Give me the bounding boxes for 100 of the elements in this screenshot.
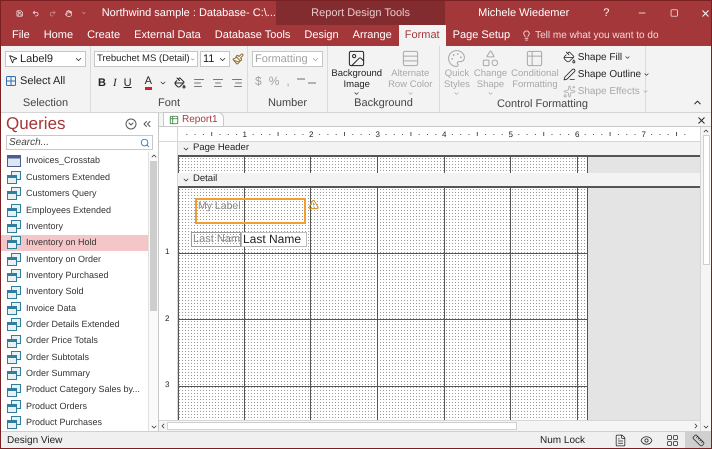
font-style-button[interactable]: U	[124, 75, 132, 92]
document-tab[interactable]: Report1	[163, 112, 224, 126]
ribbon-tab[interactable]: Design	[297, 25, 346, 46]
query-item[interactable]: Inventory	[1, 218, 148, 235]
group-label: Font	[156, 98, 181, 111]
align-left-icon[interactable]	[192, 77, 205, 90]
group-label: Control Formatting	[496, 99, 590, 112]
font-color-button[interactable]: A	[144, 76, 152, 90]
font-style-button[interactable]: I	[112, 75, 117, 92]
ribbon-tab[interactable]: Database Tools	[208, 25, 298, 46]
dropdown-icon	[453, 90, 460, 97]
pane-menu-icon[interactable]	[125, 118, 137, 130]
query-item[interactable]: Customers Extended	[1, 169, 148, 186]
maximize-icon[interactable]	[670, 8, 678, 18]
search-icon	[140, 138, 150, 148]
query-icon	[7, 318, 21, 332]
ruler-number: 3	[376, 129, 380, 141]
shape-icon	[481, 49, 500, 68]
query-icon	[7, 334, 21, 348]
scroll-down-icon[interactable]	[150, 423, 158, 431]
collapse-pane-icon[interactable]	[141, 118, 153, 130]
report-label[interactable]: Last Nam	[191, 232, 241, 247]
ribbon-tab[interactable]: Home	[36, 25, 80, 46]
select-all-button[interactable]: Select All	[5, 73, 86, 90]
scroll-up-icon[interactable]	[150, 152, 158, 160]
ruler-number: 2	[165, 312, 170, 324]
query-icon	[7, 204, 21, 217]
ruler-number: 6	[575, 129, 580, 141]
ruler-number: 4	[442, 129, 446, 141]
font-style-button[interactable]: B	[98, 75, 106, 92]
ribbon-small-button[interactable]: Shape Fill	[562, 50, 650, 65]
search-field[interactable]: Search...	[6, 135, 153, 150]
help-button[interactable]: ?	[603, 4, 610, 22]
query-item[interactable]: Inventory Sold	[1, 284, 148, 300]
report-icon	[169, 114, 179, 124]
text-box[interactable]: Last Name	[241, 232, 307, 247]
section-bar[interactable]: Detail	[178, 173, 700, 188]
font-name-combo[interactable]: Trebuchet MS (Detail)	[94, 51, 198, 67]
scroll-up-icon[interactable]	[702, 127, 710, 135]
query-item[interactable]: Inventory on Order	[1, 251, 148, 268]
scroll-right-icon[interactable]	[692, 422, 700, 430]
query-item[interactable]: Inventory Purchased	[1, 268, 148, 284]
query-item[interactable]: Order Subtotals	[1, 349, 148, 366]
view-button[interactable]	[685, 432, 711, 448]
query-item[interactable]: Product Purchases	[1, 414, 148, 432]
query-icon	[7, 269, 21, 282]
align-center-icon[interactable]	[212, 77, 224, 90]
query-item[interactable]: Product Orders	[1, 398, 148, 415]
query-item[interactable]: Order Price Totals	[1, 332, 148, 350]
ribbon-large-button[interactable]: Background Image	[331, 49, 382, 97]
ribbon-tab[interactable]: Format	[398, 25, 446, 46]
lightbulb-icon	[521, 30, 532, 41]
ruler-number: 7	[642, 129, 646, 141]
view-mode: Design View	[6, 434, 64, 448]
rows-icon	[400, 49, 420, 68]
query-item[interactable]: Inventory on Hold	[1, 234, 148, 252]
dropdown-icon	[643, 71, 650, 78]
preview-view-icon	[640, 434, 652, 446]
query-item[interactable]: Employees Extended	[1, 202, 148, 218]
ribbon-tab[interactable]: Page Setup	[446, 25, 518, 46]
num-lock-indicator: Num Lock	[540, 434, 585, 448]
fill-color-icon[interactable]	[174, 77, 186, 90]
align-right-icon[interactable]	[230, 77, 243, 90]
ribbon-tab[interactable]: External Data	[127, 25, 208, 46]
ribbon-small-button[interactable]: Shape Outline	[562, 67, 650, 82]
close-document-icon[interactable]	[696, 115, 707, 126]
conditional-icon	[525, 49, 544, 68]
effects-icon	[562, 85, 576, 98]
scroll-down-icon[interactable]	[702, 423, 710, 431]
ribbon-tab[interactable]: Create	[80, 25, 128, 46]
tell-me-field[interactable]: Tell me what you want to do	[521, 25, 659, 46]
query-icon	[7, 384, 21, 397]
query-item[interactable]: Invoice Data	[1, 300, 148, 317]
query-item[interactable]: Order Details Extended	[1, 316, 148, 333]
fill-icon	[562, 51, 576, 64]
report-label[interactable]: My Label	[195, 198, 306, 224]
format-painter-icon[interactable]	[232, 53, 244, 65]
dropdown-icon	[624, 54, 632, 61]
query-item[interactable]: Product Category Sales by...	[1, 382, 148, 398]
ribbon-tab[interactable]: File	[5, 25, 37, 46]
ribbon-tab[interactable]: Arrange	[346, 25, 399, 46]
user-name[interactable]: Michele Wiedemer	[478, 4, 570, 22]
section-bar[interactable]: Page Header	[178, 142, 700, 157]
query-item[interactable]: Order Summary	[1, 366, 148, 382]
window-title: Northwind sample : Database- C:\...	[102, 6, 276, 21]
scrollbar[interactable]	[148, 152, 158, 431]
warning-icon[interactable]	[308, 199, 319, 210]
font-size-combo[interactable]: 11	[200, 51, 230, 67]
scroll-left-icon[interactable]	[159, 422, 167, 430]
query-icon	[7, 252, 21, 266]
query-icon	[7, 302, 21, 315]
context-label: Report Design Tools	[311, 6, 410, 21]
query-item[interactable]: Customers Query	[1, 186, 148, 202]
group-label: Background	[353, 98, 414, 111]
pointer-icon	[8, 54, 18, 64]
layout-view-icon	[666, 434, 678, 446]
horizontal-scrollbar[interactable]	[159, 420, 700, 431]
vertical-scrollbar[interactable]	[700, 127, 711, 431]
object-combo[interactable]: Label9	[5, 51, 86, 67]
query-item[interactable]: Invoices_Crosstab	[1, 153, 148, 170]
